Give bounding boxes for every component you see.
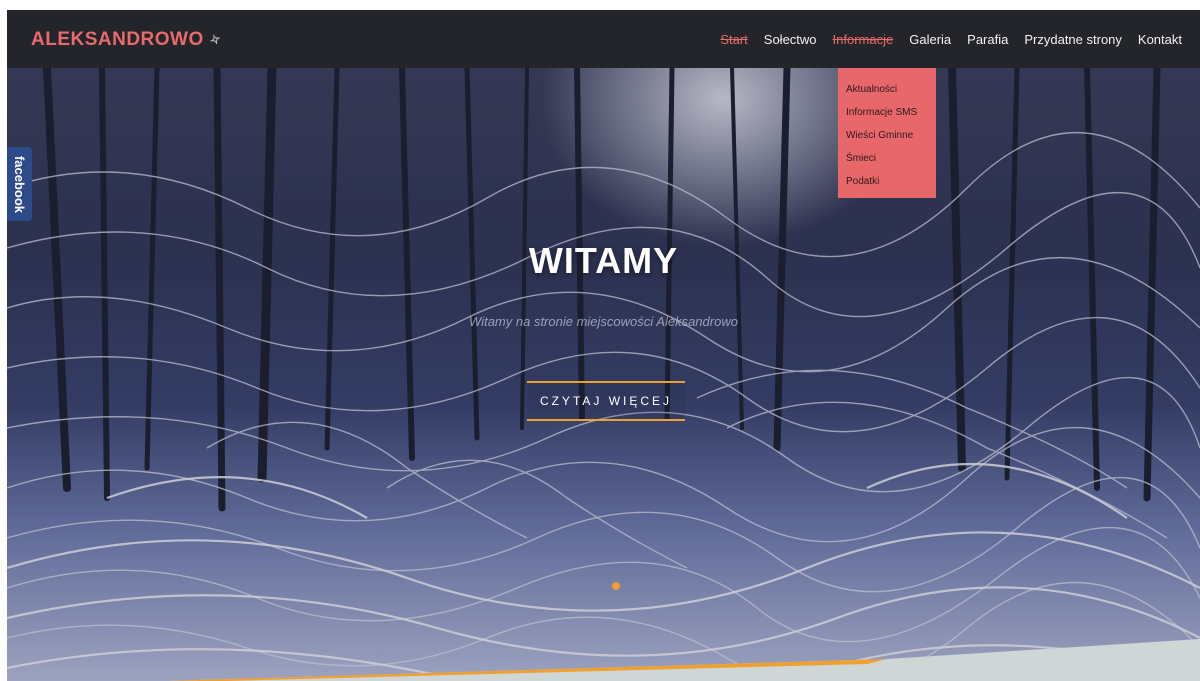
page-frame: ALEKSANDROWO ✧ Start Sołectwo Informacje… [7,10,1200,681]
nav-item-informacje[interactable]: Informacje [825,32,902,47]
nav-item-przydatne-strony[interactable]: Przydatne strony [1016,32,1130,47]
site-header: ALEKSANDROWO ✧ Start Sołectwo Informacje… [7,10,1200,68]
hero-subtitle: Witamy na stronie miejscowości Aleksandr… [469,314,738,329]
nav-item-parafia[interactable]: Parafia [959,32,1016,47]
dropdown-item-podatki[interactable]: Podatki [838,170,936,193]
logo-text[interactable]: ALEKSANDROWO [31,29,204,51]
main-nav: Start Sołectwo Informacje Galeria Parafi… [712,10,1190,68]
dropdown-item-informacje-sms[interactable]: Informacje SMS [838,101,936,124]
hero-slider: WITAMY Witamy na stronie miejscowości Al… [7,68,1200,681]
nav-item-solectwo[interactable]: Sołectwo [756,32,825,47]
nav-item-galeria[interactable]: Galeria [901,32,959,47]
site-logo[interactable]: ALEKSANDROWO ✧ [31,29,224,51]
nav-item-kontakt[interactable]: Kontakt [1130,32,1190,47]
facebook-label: facebook [12,155,28,213]
leaf-icon: ✧ [207,30,224,49]
dropdown-item-wiesci-gminne[interactable]: Wieści Gminne [838,124,936,147]
snowy-forest-background [7,68,1200,681]
facebook-tab[interactable]: facebook [7,147,32,221]
bottom-divider [7,639,1200,681]
dropdown-item-aktualnosci[interactable]: Aktualności [838,78,936,101]
slider-dot[interactable] [612,582,620,590]
nav-item-start[interactable]: Start [712,32,755,47]
informacje-dropdown: Aktualności Informacje SMS Wieści Gminne… [838,68,936,198]
read-more-button[interactable]: CZYTAJ WIĘCEJ [527,381,685,421]
hero-title: WITAMY [528,240,679,281]
dropdown-item-smieci[interactable]: Śmieci [838,147,936,170]
